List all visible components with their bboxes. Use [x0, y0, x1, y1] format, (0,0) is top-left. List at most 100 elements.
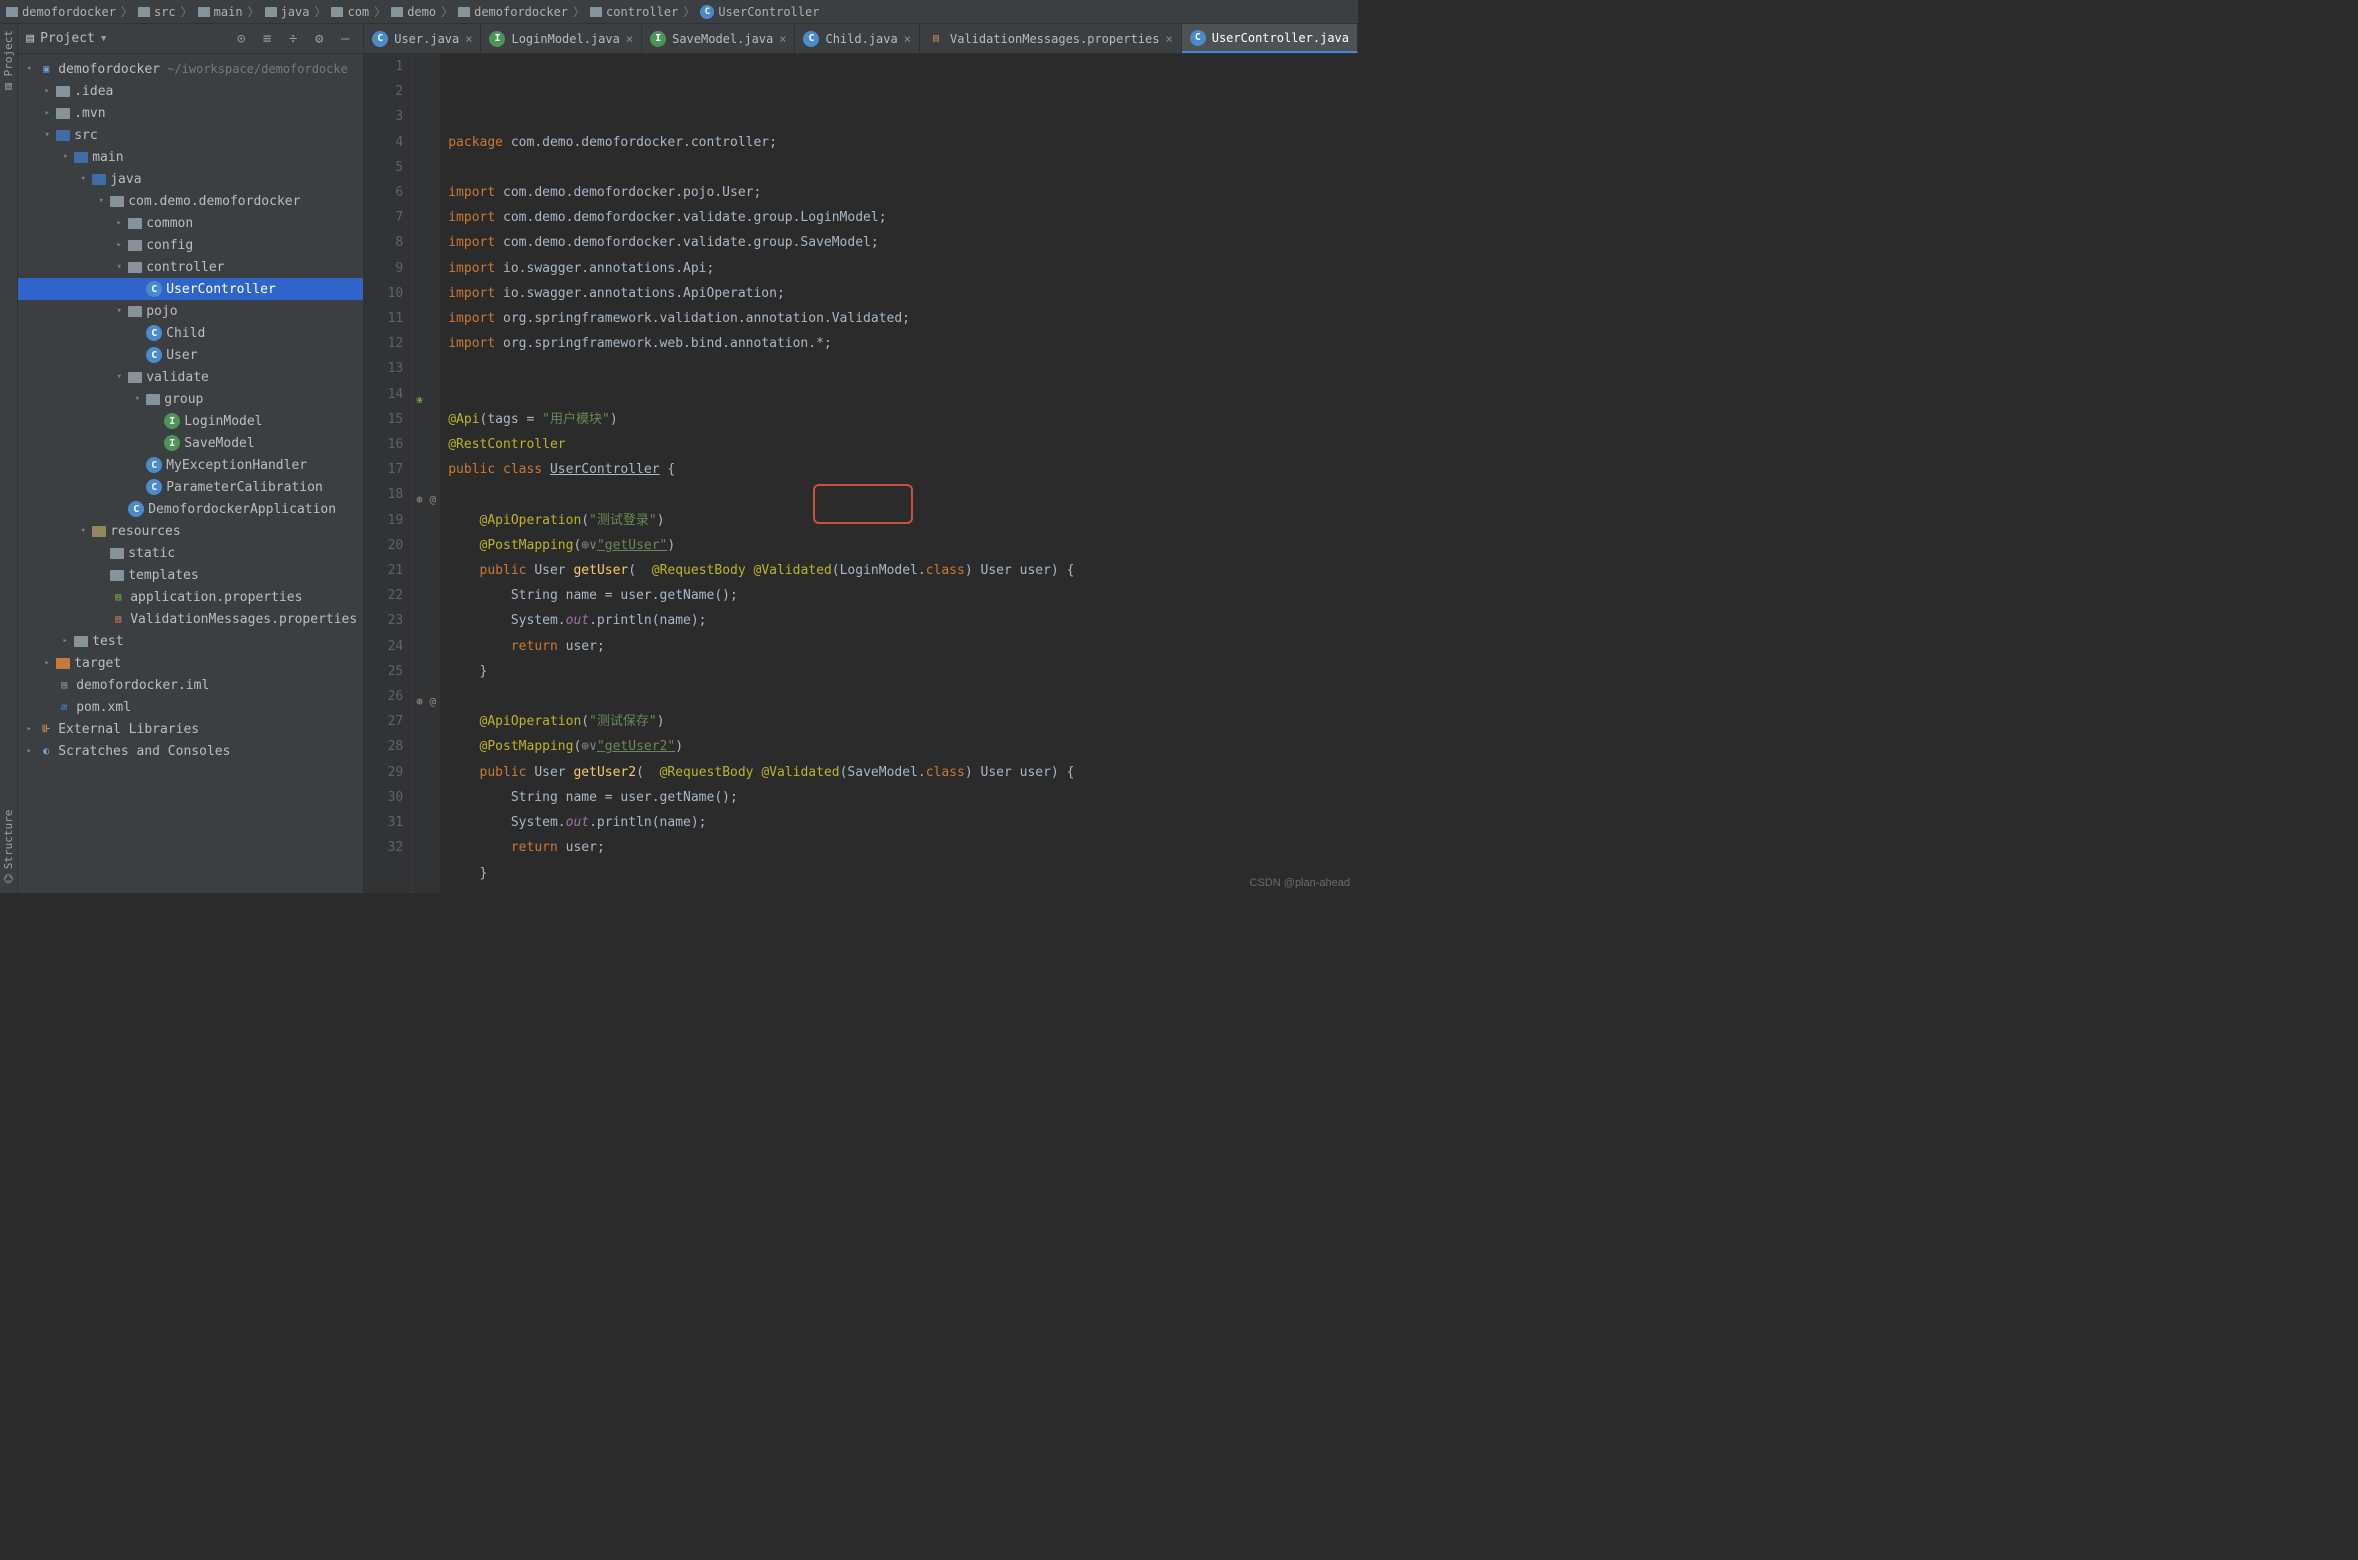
expand-arrow-icon[interactable]: ▸	[60, 636, 70, 646]
breadcrumb-item[interactable]: src	[138, 5, 176, 19]
tree-node[interactable]: ▸config	[18, 234, 363, 256]
code-line[interactable]: import io.swagger.annotations.ApiOperati…	[448, 281, 1358, 306]
project-view-selector[interactable]: ▤ Project ▼	[26, 31, 225, 46]
expand-arrow-icon[interactable]: ▸	[42, 86, 52, 96]
code-line[interactable]: System.out.println(name);	[448, 810, 1358, 835]
collapse-button[interactable]: ÷	[283, 29, 303, 49]
code-line[interactable]: @ApiOperation("测试保存")	[448, 709, 1358, 734]
hide-button[interactable]: —	[335, 29, 355, 49]
tree-node[interactable]: ▸.mvn	[18, 102, 363, 124]
code-line[interactable]: }	[448, 861, 1358, 886]
editor-tab[interactable]: ISaveModel.java×	[642, 24, 795, 53]
project-tree[interactable]: ▾▣demofordocker ~/iworkspace/demofordock…	[18, 54, 363, 893]
tree-node[interactable]: ▸target	[18, 652, 363, 674]
expand-arrow-icon[interactable]: ▸	[42, 658, 52, 668]
tree-node[interactable]: ▾main	[18, 146, 363, 168]
tree-node[interactable]: ▸◐Scratches and Consoles	[18, 740, 363, 762]
breadcrumb-item[interactable]: main	[198, 5, 243, 19]
code-line[interactable]: import org.springframework.validation.an…	[448, 306, 1358, 331]
code-line[interactable]: import com.demo.demofordocker.pojo.User;	[448, 180, 1358, 205]
code-line[interactable]	[448, 886, 1358, 893]
web-mapping-icon[interactable]: ⊛ @	[416, 689, 436, 714]
structure-sidebutton[interactable]: ⌬ Structure	[2, 810, 15, 883]
expand-arrow-icon[interactable]: ▾	[132, 394, 142, 404]
code-line[interactable]: public User getUser( @RequestBody @Valid…	[448, 558, 1358, 583]
code-line[interactable]: import com.demo.demofordocker.validate.g…	[448, 205, 1358, 230]
code-line[interactable]: import com.demo.demofordocker.validate.g…	[448, 230, 1358, 255]
expand-arrow-icon[interactable]: ▸	[114, 218, 124, 228]
expand-arrow-icon[interactable]: ▸	[24, 746, 34, 756]
code-line[interactable]: return user;	[448, 835, 1358, 860]
tree-node[interactable]: ▸▤demofordocker.iml	[18, 674, 363, 696]
tree-node[interactable]: ▸▤ValidationMessages.properties	[18, 608, 363, 630]
tree-node[interactable]: ▸static	[18, 542, 363, 564]
code-line[interactable]: import io.swagger.annotations.Api;	[448, 256, 1358, 281]
breadcrumb-item[interactable]: java	[265, 5, 310, 19]
tree-node[interactable]: ▸⊪External Libraries	[18, 718, 363, 740]
code-line[interactable]: import org.springframework.web.bind.anno…	[448, 331, 1358, 356]
tree-node[interactable]: ▸CUserController	[18, 278, 363, 300]
editor-tab[interactable]: CChild.java×	[795, 24, 919, 53]
expand-arrow-icon[interactable]: ▾	[114, 306, 124, 316]
settings-button[interactable]: ⚙	[309, 29, 329, 49]
tree-node[interactable]: ▸CParameterCalibration	[18, 476, 363, 498]
code-line[interactable]: public class UserController {	[448, 457, 1358, 482]
breadcrumb-item[interactable]: demofordocker	[6, 5, 116, 19]
close-tab-icon[interactable]: ×	[779, 32, 786, 46]
editor-tab[interactable]: CUser.java×	[364, 24, 481, 53]
expand-arrow-icon[interactable]: ▸	[114, 240, 124, 250]
code-area[interactable]: package com.demo.demofordocker.controlle…	[440, 54, 1358, 893]
tree-node[interactable]: ▾group	[18, 388, 363, 410]
tree-node[interactable]: ▸templates	[18, 564, 363, 586]
tree-node[interactable]: ▸▤application.properties	[18, 586, 363, 608]
locate-button[interactable]: ⊙	[231, 29, 251, 49]
tree-node[interactable]: ▸common	[18, 212, 363, 234]
code-line[interactable]: @Api(tags = "用户模块")	[448, 407, 1358, 432]
tree-node[interactable]: ▸ILoginModel	[18, 410, 363, 432]
tree-node[interactable]: ▾▣demofordocker ~/iworkspace/demofordock…	[18, 58, 363, 80]
code-line[interactable]	[448, 482, 1358, 507]
expand-arrow-icon[interactable]: ▾	[24, 64, 34, 74]
tree-node[interactable]: ▾controller	[18, 256, 363, 278]
expand-arrow-icon[interactable]: ▸	[42, 108, 52, 118]
breadcrumb-item[interactable]: CUserController	[700, 5, 819, 19]
spring-bean-icon[interactable]: ❀	[416, 387, 423, 412]
tree-node[interactable]: ▸CChild	[18, 322, 363, 344]
code-line[interactable]: package com.demo.demofordocker.controlle…	[448, 130, 1358, 155]
tree-node[interactable]: ▸mpom.xml	[18, 696, 363, 718]
tree-node[interactable]: ▾src	[18, 124, 363, 146]
expand-arrow-icon[interactable]: ▾	[114, 262, 124, 272]
close-tab-icon[interactable]: ×	[465, 32, 472, 46]
expand-arrow-icon[interactable]: ▾	[78, 526, 88, 536]
close-tab-icon[interactable]: ×	[904, 32, 911, 46]
code-line[interactable]	[448, 356, 1358, 381]
web-mapping-icon[interactable]: ⊛ @	[416, 487, 436, 512]
editor-tab[interactable]: ILoginModel.java×	[481, 24, 642, 53]
tree-node[interactable]: ▾java	[18, 168, 363, 190]
code-line[interactable]	[448, 155, 1358, 180]
expand-arrow-icon[interactable]: ▾	[60, 152, 70, 162]
expand-button[interactable]: ≡	[257, 29, 277, 49]
tree-node[interactable]: ▾resources	[18, 520, 363, 542]
breadcrumb-item[interactable]: com	[331, 5, 369, 19]
code-line[interactable]: public User getUser2( @RequestBody @Vali…	[448, 760, 1358, 785]
tree-node[interactable]: ▸test	[18, 630, 363, 652]
expand-arrow-icon[interactable]: ▾	[78, 174, 88, 184]
tree-node[interactable]: ▾pojo	[18, 300, 363, 322]
tree-node[interactable]: ▸ISaveModel	[18, 432, 363, 454]
expand-arrow-icon[interactable]: ▾	[42, 130, 52, 140]
editor-tab[interactable]: CUserController.java	[1182, 24, 1358, 53]
tree-node[interactable]: ▾validate	[18, 366, 363, 388]
close-tab-icon[interactable]: ×	[626, 32, 633, 46]
editor-tab[interactable]: ▤ValidationMessages.properties×	[920, 24, 1182, 53]
code-line[interactable]: }	[448, 659, 1358, 684]
tree-node[interactable]: ▾com.demo.demofordocker	[18, 190, 363, 212]
expand-arrow-icon[interactable]: ▾	[96, 196, 106, 206]
breadcrumb-item[interactable]: demofordocker	[458, 5, 568, 19]
tree-node[interactable]: ▸.idea	[18, 80, 363, 102]
expand-arrow-icon[interactable]: ▸	[24, 724, 34, 734]
code-line[interactable]	[448, 684, 1358, 709]
code-line[interactable]	[448, 382, 1358, 407]
code-line[interactable]: @RestController	[448, 432, 1358, 457]
close-tab-icon[interactable]: ×	[1165, 32, 1172, 46]
